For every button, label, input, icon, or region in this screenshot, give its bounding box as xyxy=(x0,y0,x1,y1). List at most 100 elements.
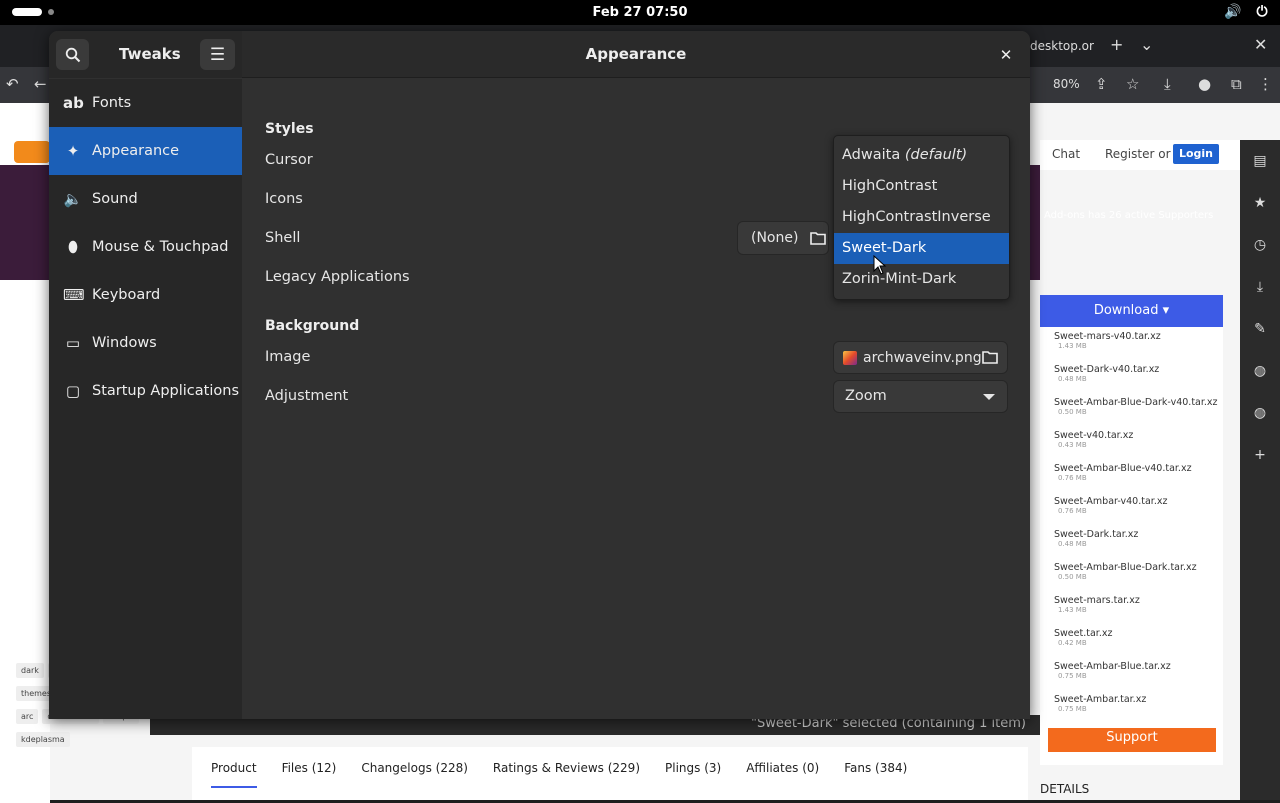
download-button[interactable]: Download ▾ xyxy=(1040,295,1223,327)
icons-label: Icons xyxy=(265,191,303,207)
register-link[interactable]: Register or xyxy=(1105,147,1171,161)
tag-chip[interactable]: dark xyxy=(16,663,44,678)
search-icon xyxy=(65,47,80,62)
download-size: 0.76 MB xyxy=(1058,474,1087,482)
mouse-pointer-icon xyxy=(873,255,887,275)
page-title: Appearance xyxy=(585,45,687,63)
sidebar-item-keyboard[interactable]: ⌨ Keyboard xyxy=(49,271,242,319)
close-button[interactable]: ✕ xyxy=(995,44,1017,66)
shell-value: (None) xyxy=(751,230,799,246)
download-filename: Sweet-Dark.tar.xz xyxy=(1054,529,1139,540)
download-file-item[interactable]: Sweet-v40.tar.xz 0.43 MB xyxy=(1040,426,1223,459)
download-icon[interactable]: ⤓ xyxy=(1164,75,1171,93)
globe-icon[interactable]: ◍ xyxy=(1240,392,1280,434)
download-file-item[interactable]: Sweet-Ambar-v40.tar.xz 0.76 MB xyxy=(1040,492,1223,525)
browser-tab-title[interactable]: desktop.or xyxy=(1030,39,1094,53)
window-icon: ▭ xyxy=(65,334,81,352)
sidebar-item-sound[interactable]: 🔈 Sound xyxy=(49,175,242,223)
download-size: 0.50 MB xyxy=(1058,408,1087,416)
download-file-item[interactable]: Sweet-Ambar.tar.xz 0.75 MB xyxy=(1040,690,1223,723)
close-browser-icon[interactable]: ✕ xyxy=(1254,35,1267,54)
download-filename: Sweet.tar.xz xyxy=(1054,628,1113,639)
chat-link[interactable]: Chat xyxy=(1052,147,1080,161)
download-file-item[interactable]: Sweet-Ambar-Blue.tar.xz 0.75 MB xyxy=(1040,657,1223,690)
download-file-item[interactable]: Sweet-Ambar-Blue-v40.tar.xz 0.76 MB xyxy=(1040,459,1223,492)
add-panel-icon[interactable]: + xyxy=(1240,434,1280,476)
download-file-item[interactable]: Sweet-Dark.tar.xz 0.48 MB xyxy=(1040,525,1223,558)
sidebar-item-fonts[interactable]: ab Fonts xyxy=(49,79,242,127)
theme-option[interactable]: Zorin-Mint-Dark xyxy=(834,264,1009,295)
supporters-text[interactable]: Add-ons has 26 active Supporters xyxy=(1040,210,1240,221)
undo-icon[interactable]: ↶ xyxy=(6,75,19,93)
briefcase-icon[interactable]: ▤ xyxy=(1240,140,1280,182)
tag-chip[interactable]: arc xyxy=(16,709,39,724)
chevron-down-icon xyxy=(983,394,995,400)
download-filename: Sweet-Ambar.tar.xz xyxy=(1054,694,1147,705)
download-file-item[interactable]: Sweet-mars.tar.xz 1.43 MB xyxy=(1040,591,1223,624)
sidebar-item-mouse-touchpad[interactable]: ⬮ Mouse & Touchpad xyxy=(49,223,242,271)
download-filename: Sweet-Ambar-Blue-v40.tar.xz xyxy=(1054,463,1192,474)
back-icon[interactable]: ← xyxy=(34,75,47,93)
folder-icon: ▢ xyxy=(65,382,81,400)
download-filename: Sweet-Dark-v40.tar.xz xyxy=(1054,364,1160,375)
product-tab[interactable]: Plings (3) xyxy=(665,761,721,800)
theme-option[interactable]: Sweet-Dark xyxy=(834,233,1009,264)
fonts-icon: ab xyxy=(63,94,84,112)
system-status[interactable]: 🔊 ⏻ xyxy=(1224,4,1270,20)
download-filename: Sweet-Ambar-Blue.tar.xz xyxy=(1054,661,1171,672)
new-tab-icon[interactable]: + xyxy=(1110,35,1123,54)
product-tab[interactable]: Changelogs (228) xyxy=(361,761,468,800)
menu-icon[interactable]: ⋮ xyxy=(1258,75,1273,93)
clock[interactable]: Feb 27 07:50 xyxy=(593,5,688,20)
sidebar-item-windows[interactable]: ▭ Windows xyxy=(49,319,242,367)
download-size: 0.75 MB xyxy=(1058,672,1087,680)
product-tab[interactable]: Product xyxy=(211,761,257,788)
tag-chip[interactable]: kdeplasma xyxy=(16,732,70,747)
product-tab[interactable]: Fans (384) xyxy=(844,761,907,800)
appearance-panel: Styles Cursor Icons Shell Legacy Applica… xyxy=(242,79,1030,719)
sidebar-item-label: Mouse & Touchpad xyxy=(92,239,229,255)
bookmark-star-icon[interactable]: ★ xyxy=(1240,182,1280,224)
download-size: 1.43 MB xyxy=(1058,342,1087,350)
folder-open-icon xyxy=(982,351,998,364)
download-size: 0.43 MB xyxy=(1058,441,1087,449)
adjustment-dropdown[interactable]: Zoom xyxy=(833,380,1008,413)
main-menu-button[interactable]: ☰ xyxy=(200,39,235,70)
download-filename: Sweet-v40.tar.xz xyxy=(1054,430,1134,441)
download-file-item[interactable]: Sweet.tar.xz 0.42 MB xyxy=(1040,624,1223,657)
activities-indicator[interactable] xyxy=(12,8,54,16)
history-icon[interactable]: ◷ xyxy=(1240,224,1280,266)
download-file-item[interactable]: Sweet-Ambar-Blue-Dark.tar.xz 0.50 MB xyxy=(1040,558,1223,591)
cursor-label: Cursor xyxy=(265,152,313,168)
support-button[interactable]: Support xyxy=(1048,728,1216,752)
download-file-item[interactable]: Sweet-Dark-v40.tar.xz 0.48 MB xyxy=(1040,360,1223,393)
download-file-item[interactable]: Sweet-Ambar-Blue-Dark-v40.tar.xz 0.50 MB xyxy=(1040,393,1223,426)
background-image-chooser[interactable]: archwaveinv.png xyxy=(833,341,1008,374)
shell-file-chooser[interactable]: (None) xyxy=(737,221,829,255)
account-icon[interactable]: ● xyxy=(1198,75,1211,93)
tab-list-icon[interactable]: ⌄ xyxy=(1140,35,1153,54)
sidebar-item-label: Appearance xyxy=(92,143,180,159)
sidebar-item-appearance[interactable]: ✦ Appearance xyxy=(49,127,242,175)
sidebar-item-startup-applications[interactable]: ▢ Startup Applications xyxy=(49,367,242,415)
image-filename: archwaveinv.png xyxy=(863,349,982,366)
globe-icon[interactable]: ◍ xyxy=(1240,350,1280,392)
star-icon[interactable]: ☆ xyxy=(1126,75,1139,93)
login-button[interactable]: Login xyxy=(1173,144,1219,164)
download-file-item[interactable]: Sweet-mars-v40.tar.xz 1.43 MB xyxy=(1040,327,1223,360)
downloads-icon[interactable]: ⤓ xyxy=(1240,266,1280,308)
product-tab[interactable]: Affiliates (0) xyxy=(746,761,819,800)
product-tab[interactable]: Files (12) xyxy=(282,761,337,800)
sidebar-item-label: Startup Applications xyxy=(92,383,239,399)
background-heading: Background xyxy=(265,318,360,334)
share-icon[interactable]: ⇪ xyxy=(1095,75,1108,93)
pen-icon[interactable]: ✎ xyxy=(1240,308,1280,350)
extensions-icon[interactable]: ⧉ xyxy=(1231,75,1242,93)
theme-option[interactable]: Adwaita (default) xyxy=(834,140,1009,171)
zoom-level[interactable]: 80% xyxy=(1053,77,1080,91)
theme-option[interactable]: HighContrastInverse xyxy=(834,202,1009,233)
product-tab[interactable]: Ratings & Reviews (229) xyxy=(493,761,640,800)
sidebar-item-label: Sound xyxy=(92,191,138,207)
theme-option[interactable]: HighContrast xyxy=(834,171,1009,202)
search-button[interactable] xyxy=(56,39,89,70)
